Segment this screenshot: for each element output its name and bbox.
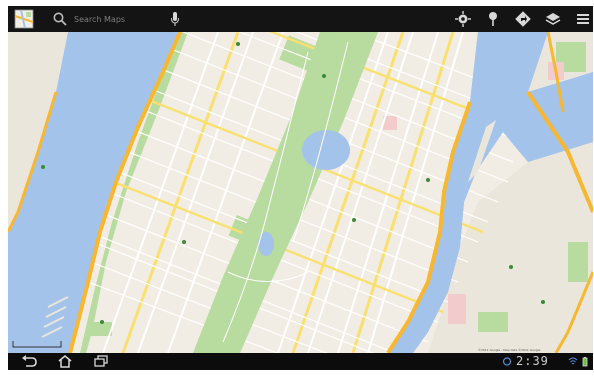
back-icon[interactable] [20, 354, 38, 369]
system-navigation-bar: 2:39 [8, 353, 593, 370]
search-input[interactable] [74, 10, 166, 28]
places-pin-icon[interactable] [484, 10, 502, 28]
layers-icon[interactable] [544, 10, 562, 28]
map-view[interactable]: ©2011 Google - Map data ©2011 Google [8, 32, 593, 353]
home-icon[interactable] [56, 354, 74, 369]
tablet-screen: ©2011 Google - Map data ©2011 Google Sea… [8, 6, 593, 370]
maps-app-icon[interactable] [14, 9, 34, 29]
status-clock: 2:39 [516, 354, 549, 368]
maps-action-bar [8, 6, 593, 32]
wifi-icon [568, 357, 578, 365]
map-scale-bar [12, 341, 62, 348]
search-icon[interactable] [52, 11, 68, 27]
recent-apps-icon[interactable] [92, 354, 110, 369]
directions-icon[interactable] [514, 10, 532, 28]
microphone-icon[interactable] [170, 11, 180, 27]
my-location-icon[interactable] [454, 10, 472, 28]
sync-status-icon [502, 357, 512, 366]
battery-icon [582, 357, 588, 367]
map-copyright: ©2011 Google - Map data ©2011 Google [478, 348, 541, 352]
menu-icon[interactable] [574, 10, 592, 28]
map-canvas[interactable] [8, 32, 593, 353]
